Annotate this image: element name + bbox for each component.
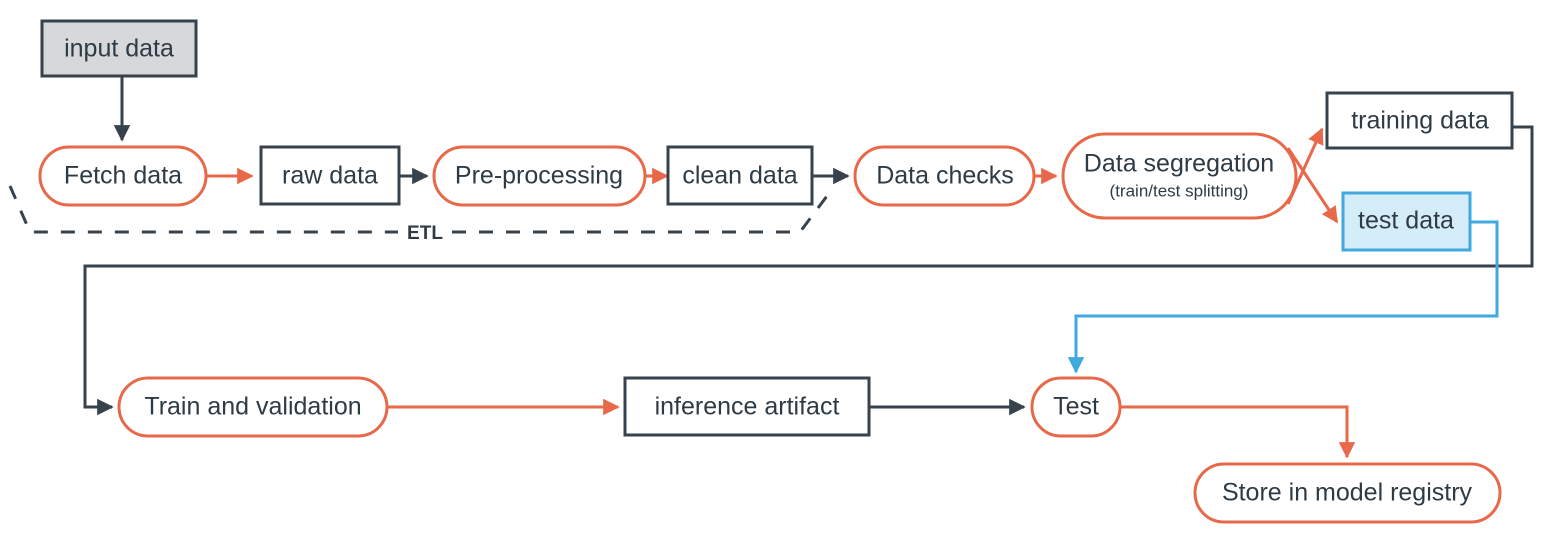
node-test-data[interactable]: test data xyxy=(1341,191,1472,252)
clean-data-label: clean data xyxy=(682,162,797,190)
node-pre-processing[interactable]: Pre-processing xyxy=(432,145,647,207)
data-segregation-sublabel: (train/test splitting) xyxy=(1110,181,1249,200)
node-test[interactable]: Test xyxy=(1030,376,1122,438)
data-segregation-label: Data segregation xyxy=(1084,150,1274,178)
node-data-segregation[interactable]: Data segregation (train/test splitting) xyxy=(1061,132,1298,220)
test-label: Test xyxy=(1053,393,1099,421)
flowchart-svg: ETL input data Fetch data raw data Pre-p… xyxy=(8,19,1534,524)
fetch-data-label: Fetch data xyxy=(64,162,182,190)
node-store-in-model-registry[interactable]: Store in model registry xyxy=(1193,462,1502,524)
node-input-data[interactable]: input data xyxy=(40,19,198,78)
inference-artifact-label: inference artifact xyxy=(655,393,840,421)
input-data-label: input data xyxy=(64,35,174,63)
node-fetch-data[interactable]: Fetch data xyxy=(38,145,208,207)
node-data-checks[interactable]: Data checks xyxy=(853,145,1036,207)
node-train-and-validation[interactable]: Train and validation xyxy=(117,376,389,438)
raw-data-label: raw data xyxy=(282,162,378,190)
test-data-label: test data xyxy=(1358,207,1454,235)
store-in-model-registry-label: Store in model registry xyxy=(1222,479,1473,507)
training-data-label: training data xyxy=(1351,107,1489,135)
data-checks-label: Data checks xyxy=(876,162,1014,190)
etl-group-label: ETL xyxy=(407,223,443,244)
flowchart-canvas: ETL input data Fetch data raw data Pre-p… xyxy=(0,0,1548,540)
train-and-validation-label: Train and validation xyxy=(144,393,361,421)
node-clean-data[interactable]: clean data xyxy=(666,145,814,206)
node-raw-data[interactable]: raw data xyxy=(259,145,401,206)
edge-test-to-store-in-model-registry xyxy=(1120,405,1356,459)
node-training-data[interactable]: training data xyxy=(1325,91,1514,150)
pre-processing-label: Pre-processing xyxy=(455,162,623,190)
node-inference-artifact[interactable]: inference artifact xyxy=(623,376,871,437)
